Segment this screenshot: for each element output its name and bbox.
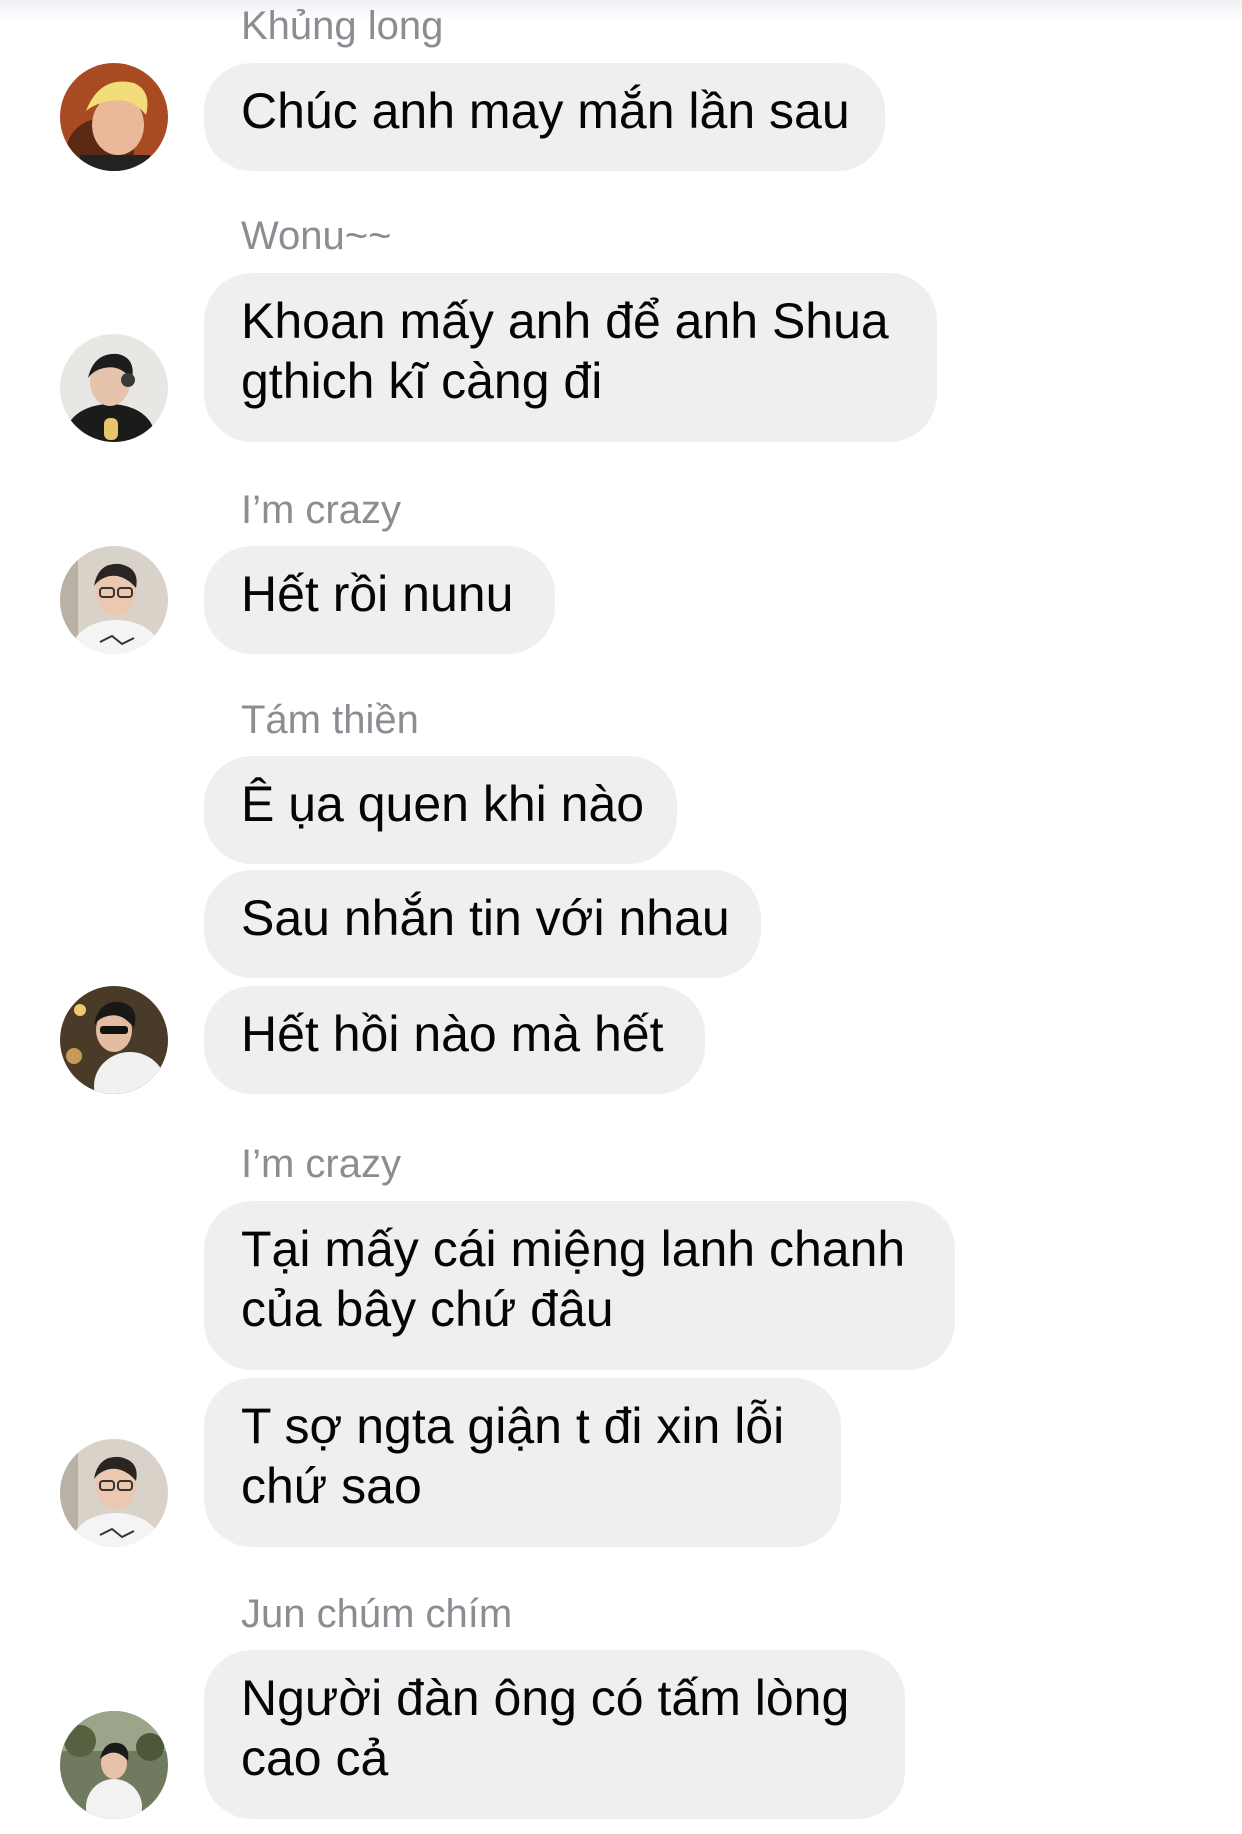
message-bubble[interactable]: Chúc anh may mắn lần sau — [204, 63, 885, 171]
message-text-line: T sợ ngta giận t đi xin lỗi — [241, 1398, 785, 1454]
message-text-line: gthich kĩ càng đi — [241, 353, 603, 409]
message-text-line: Người đàn ông có tấm lòng — [241, 1670, 850, 1726]
message-bubble[interactable]: T sợ ngta giận t đi xin lỗi chứ sao — [204, 1378, 841, 1547]
sender-name: Jun chúm chím — [241, 1592, 513, 1636]
headphones-avatar[interactable] — [60, 334, 168, 442]
message-bubble[interactable]: Ê ụa quen khi nào — [204, 756, 677, 864]
top-fade — [0, 0, 1242, 20]
message-bubble[interactable]: Sau nhắn tin với nhau — [204, 870, 761, 978]
message-bubble[interactable]: Hết hồi nào mà hết — [204, 986, 705, 1094]
sender-name: Tám thiền — [241, 698, 419, 742]
message-text-line: Khoan mấy anh để anh Shua — [241, 293, 889, 349]
message-text: Hết hồi nào mà hết — [241, 1006, 664, 1062]
blonde-hair-avatar[interactable] — [60, 63, 168, 171]
message-text-line: của bây chứ đâu — [241, 1281, 614, 1337]
sender-name: I’m crazy — [241, 1142, 401, 1186]
message-text-line: Tại mấy cái miệng lanh chanh — [241, 1221, 906, 1277]
sender-name: I’m crazy — [241, 488, 401, 532]
message-text: Hết rồi nunu — [241, 566, 514, 622]
message-text: Sau nhắn tin với nhau — [241, 890, 730, 946]
message-text: Chúc anh may mắn lần sau — [241, 83, 850, 139]
message-bubble[interactable]: Tại mấy cái miệng lanh chanh của bây chứ… — [204, 1201, 955, 1370]
sender-name: Wonu~~ — [241, 214, 392, 258]
sender-name: Khủng long — [241, 4, 444, 48]
message-bubble[interactable]: Người đàn ông có tấm lòng cao cả — [204, 1650, 905, 1819]
outdoor-avatar[interactable] — [60, 1711, 168, 1819]
message-bubble[interactable]: Khoan mấy anh để anh Shua gthich kĩ càng… — [204, 273, 937, 442]
glasses-avatar[interactable] — [60, 1439, 168, 1547]
message-text: Ê ụa quen khi nào — [241, 776, 645, 832]
glasses-avatar[interactable] — [60, 546, 168, 654]
message-text-line: chứ sao — [241, 1458, 422, 1514]
sunglasses-avatar[interactable] — [60, 986, 168, 1094]
message-bubble[interactable]: Hết rồi nunu — [204, 546, 555, 654]
message-text-line: cao cả — [241, 1730, 389, 1786]
